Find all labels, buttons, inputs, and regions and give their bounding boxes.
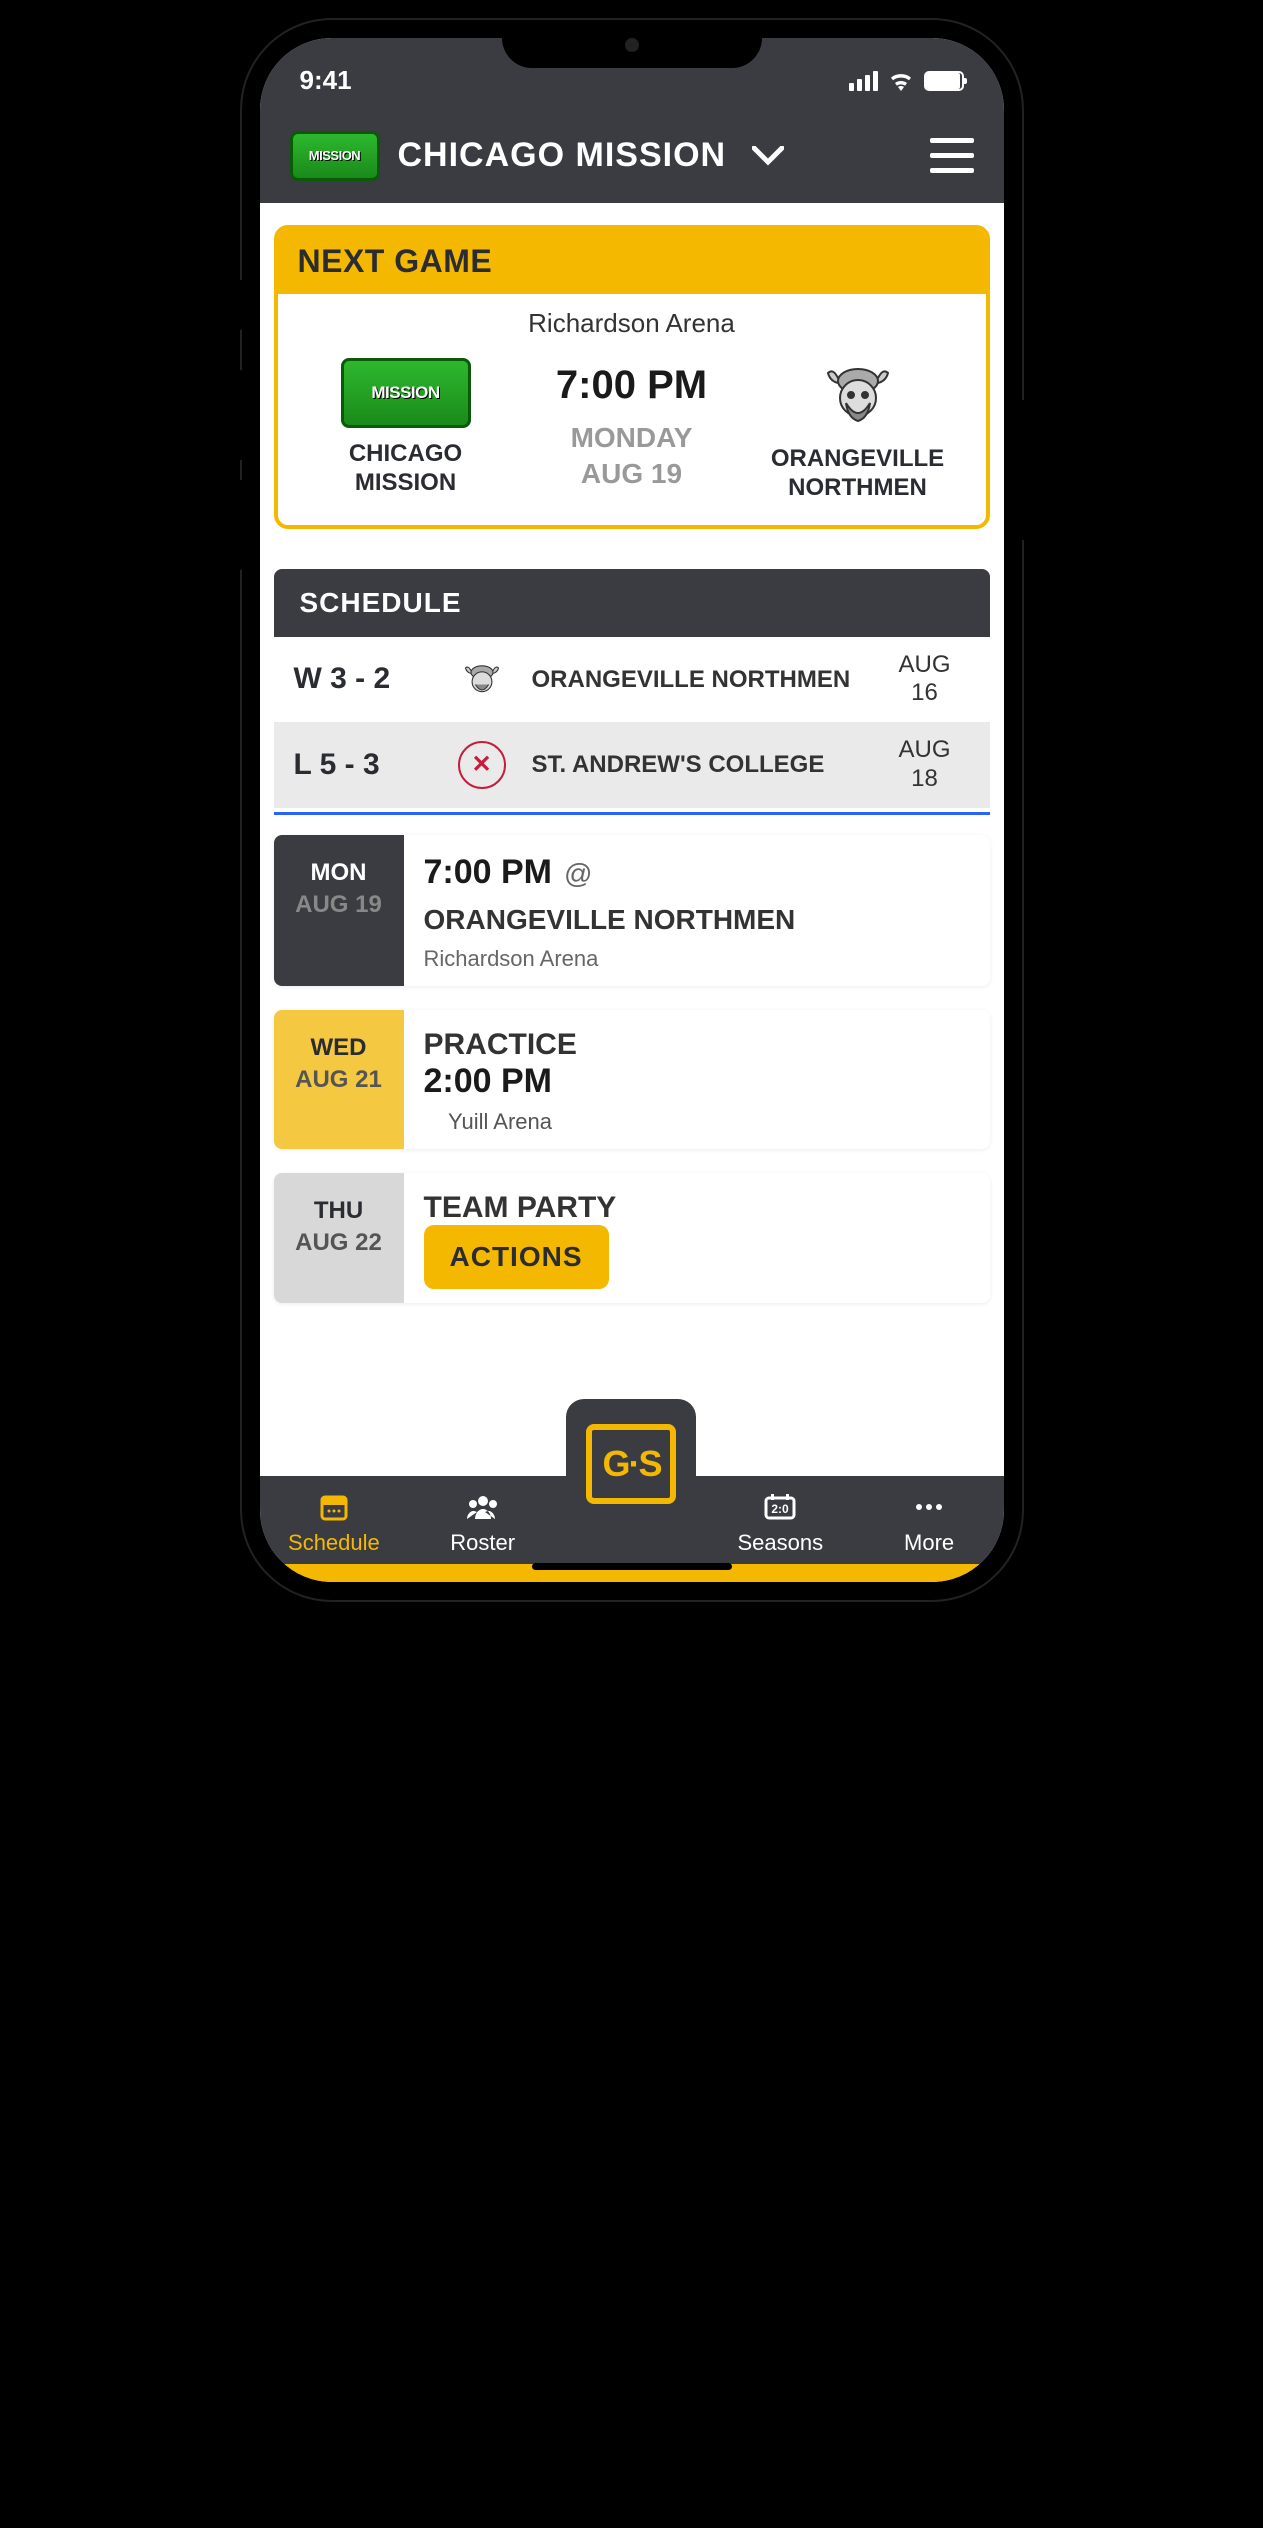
next-game-label: NEXT GAME <box>278 229 986 294</box>
result-opponent: ST. ANDREW'S COLLEGE <box>532 751 866 779</box>
home-team: MISSION CHICAGO MISSION <box>298 358 514 498</box>
event-title: TEAM PARTY <box>424 1191 617 1225</box>
status-icons <box>849 71 964 91</box>
away-team: ORANGEVILLE NORTHMEN <box>750 353 966 503</box>
scoreboard-icon: 2:0 <box>763 1490 797 1524</box>
arena-name: Richardson Arena <box>298 308 966 339</box>
game-datetime: 7:00 PM MONDAY AUG 19 <box>524 363 740 493</box>
opponent-logo-icon: ✕ <box>458 741 506 789</box>
home-team-logo: MISSION <box>341 358 471 428</box>
game-time: 7:00 PM <box>524 363 740 408</box>
nav-roster[interactable]: Roster <box>408 1490 557 1556</box>
actions-button[interactable]: ACTIONS <box>424 1225 609 1289</box>
side-button <box>236 280 244 330</box>
event-venue: Yuill Arena <box>448 1109 552 1135</box>
nav-more[interactable]: More <box>855 1490 1004 1556</box>
volume-up-button <box>236 370 244 460</box>
phone-frame: 9:41 MISSION CHICAGO MISSION NEXT GAME R… <box>242 20 1022 1600</box>
event-body: 7:00 PM @ ORANGEVILLE NORTHMEN Richardso… <box>420 835 990 986</box>
nav-label: Seasons <box>737 1530 823 1556</box>
menu-button[interactable] <box>930 138 974 173</box>
svg-text:2:0: 2:0 <box>772 1502 790 1516</box>
result-row[interactable]: W 3 - 2 ORANGEVILLE NORTHMEN AUG 16 <box>274 637 990 723</box>
result-score: L 5 - 3 <box>294 748 444 782</box>
divider <box>274 812 990 815</box>
wifi-icon <box>888 71 914 91</box>
cellular-icon <box>849 71 878 91</box>
phone-screen: 9:41 MISSION CHICAGO MISSION NEXT GAME R… <box>260 38 1004 1582</box>
schedule-section-header: SCHEDULE <box>274 569 990 637</box>
event-row[interactable]: WED AUG 21 PRACTICE 2:00 PM Yuill Arena <box>274 1010 990 1149</box>
nav-label: Schedule <box>288 1530 380 1556</box>
event-venue: Richardson Arena <box>424 946 972 972</box>
opponent-logo-icon <box>458 655 506 703</box>
nav-label: Roster <box>450 1530 515 1556</box>
event-date-box: MON AUG 19 <box>274 835 404 986</box>
nav-seasons[interactable]: 2:0 Seasons <box>706 1490 855 1556</box>
home-indicator[interactable] <box>532 1563 732 1570</box>
nav-schedule[interactable]: Schedule <box>260 1490 409 1556</box>
next-game-body: Richardson Arena MISSION CHICAGO MISSION… <box>278 294 986 525</box>
battery-icon <box>924 71 964 91</box>
result-date: AUG 18 <box>880 736 970 794</box>
event-body: PRACTICE 2:00 PM Yuill Arena <box>420 1010 990 1149</box>
result-row[interactable]: L 5 - 3 ✕ ST. ANDREW'S COLLEGE AUG 18 <box>274 722 990 808</box>
event-row[interactable]: MON AUG 19 7:00 PM @ ORANGEVILLE NORTHME… <box>274 835 990 986</box>
result-score: W 3 - 2 <box>294 662 444 696</box>
device-notch <box>502 20 762 68</box>
event-time: 7:00 PM <box>424 853 553 892</box>
result-opponent: ORANGEVILLE NORTHMEN <box>532 666 866 694</box>
event-time: 2:00 PM <box>424 1062 553 1101</box>
event-date-box: THU AUG 22 <box>274 1173 404 1303</box>
chevron-down-icon[interactable] <box>752 146 784 166</box>
calendar-icon <box>318 1490 350 1524</box>
event-row[interactable]: THU AUG 22 TEAM PARTY ACTIONS <box>274 1173 990 1303</box>
next-game-card[interactable]: NEXT GAME Richardson Arena MISSION CHICA… <box>274 225 990 529</box>
matchup: MISSION CHICAGO MISSION 7:00 PM MONDAY A… <box>298 353 966 503</box>
event-title: PRACTICE <box>424 1028 577 1062</box>
team-selector-title[interactable]: CHICAGO MISSION <box>398 136 727 175</box>
bottom-nav: Schedule Roster G·S 2:0 Seasons <box>260 1476 1004 1564</box>
event-opponent: ORANGEVILLE NORTHMEN <box>424 904 796 936</box>
team-logo[interactable]: MISSION <box>290 131 380 181</box>
power-button <box>1020 400 1028 540</box>
home-team-name: CHICAGO MISSION <box>298 440 514 498</box>
event-at: @ <box>564 858 592 890</box>
away-team-name: ORANGEVILLE NORTHMEN <box>750 445 966 503</box>
result-date: AUG 16 <box>880 651 970 709</box>
app-logo-icon: G·S <box>586 1424 676 1504</box>
away-team-logo <box>818 353 898 433</box>
game-date: MONDAY AUG 19 <box>524 420 740 493</box>
nav-label: More <box>904 1530 954 1556</box>
more-icon <box>913 1490 945 1524</box>
app-header: MISSION CHICAGO MISSION <box>260 108 1004 203</box>
content-area[interactable]: NEXT GAME Richardson Arena MISSION CHICA… <box>260 203 1004 1476</box>
volume-down-button <box>236 480 244 570</box>
event-date-box: WED AUG 21 <box>274 1010 404 1149</box>
people-icon <box>465 1490 501 1524</box>
status-time: 9:41 <box>300 65 352 96</box>
event-body: TEAM PARTY ACTIONS <box>420 1173 990 1303</box>
